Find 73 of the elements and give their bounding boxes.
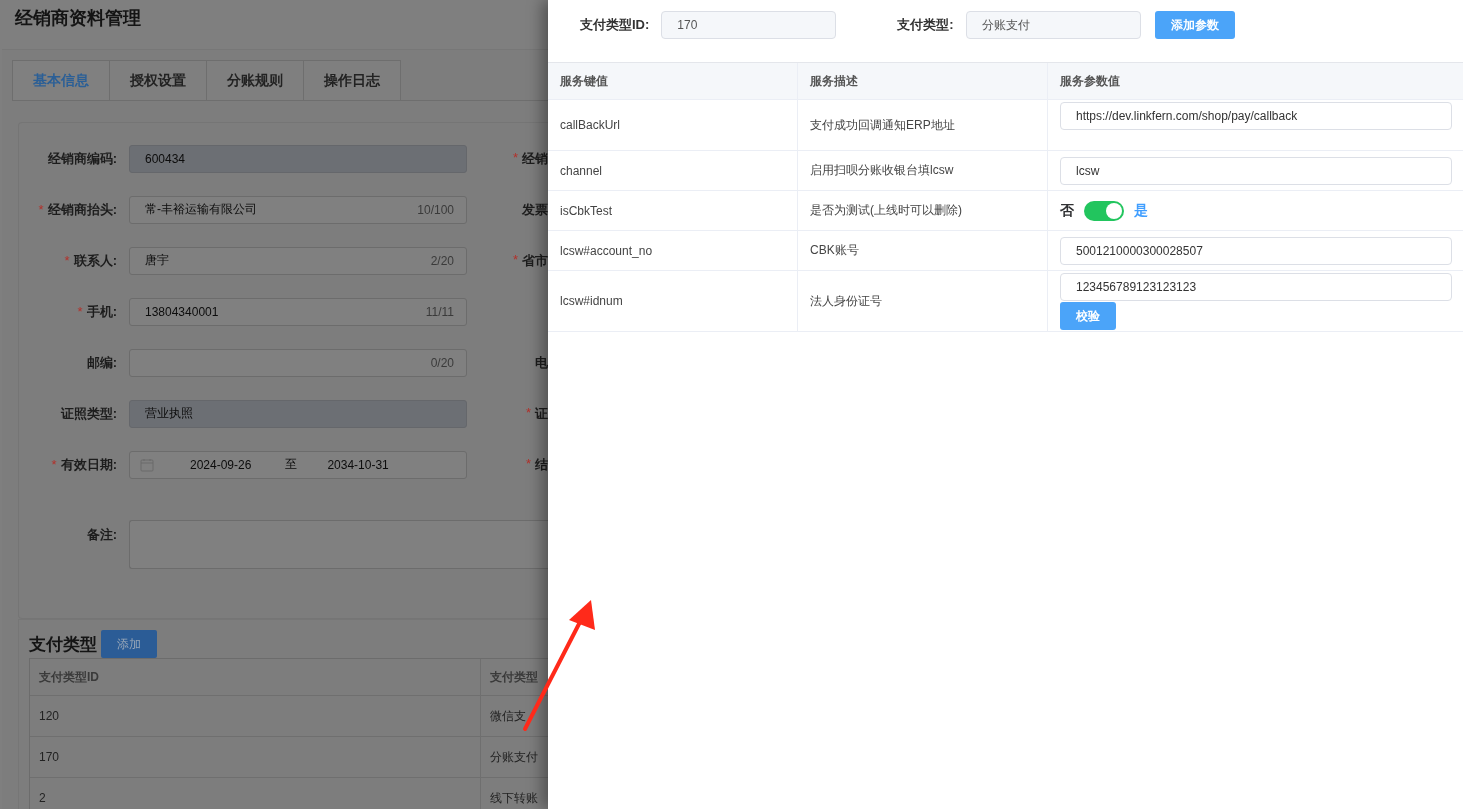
char-counter: 2/20 <box>430 253 454 268</box>
table-cell: 2 <box>30 778 481 809</box>
field-label: 经销商抬头: <box>47 201 117 217</box>
field-label: 备注: <box>86 527 117 542</box>
required-mark: * <box>525 404 531 422</box>
toggle-switch[interactable] <box>1084 200 1124 221</box>
input-field[interactable]: 唐宇 2/20 <box>129 246 467 275</box>
column-header: 支付类型 <box>489 668 538 686</box>
column-header: 服务描述 <box>798 63 1048 100</box>
table-cell-text: 线下转账 <box>489 789 538 807</box>
input-field[interactable]: 常-丰裕运输有限公司 10/100 <box>129 195 467 224</box>
table-cell: lcsw#account_no <box>548 231 798 271</box>
page-title: 经销商资料管理 <box>13 7 141 30</box>
field-label: 支付类型: <box>897 16 954 34</box>
tab[interactable]: 操作日志 <box>303 60 401 100</box>
input-field[interactable]: 0/20 <box>129 348 467 377</box>
input-field[interactable]: https://dev.linkfern.com/shop/pay/callback <box>1060 102 1452 130</box>
date-separator: 至 <box>285 456 298 473</box>
table-cell: 170 <box>30 737 481 777</box>
input-field[interactable]: 123456789123123123 <box>1060 273 1452 301</box>
field-label: 结 <box>535 455 548 474</box>
table-cell-text: 微信支 <box>489 707 526 725</box>
field-label: 电 <box>535 353 548 372</box>
verify-button[interactable]: 校验 <box>1060 302 1116 330</box>
column-header: 服务键值 <box>548 63 798 100</box>
char-counter: 10/100 <box>417 202 454 217</box>
add-button[interactable]: 添加 <box>101 630 157 658</box>
field-label: 发票 <box>522 200 548 219</box>
required-mark: * <box>64 252 70 268</box>
field-label: 经销商编码: <box>47 150 117 166</box>
required-mark: * <box>525 455 531 473</box>
table-cell-text: 分账支付 <box>489 748 538 766</box>
field-label: 联系人: <box>73 252 117 268</box>
field-label: 省市 <box>522 251 548 270</box>
required-mark: * <box>77 303 83 319</box>
char-counter: 11/11 <box>425 304 454 319</box>
table-cell: CBK账号 <box>798 231 1048 271</box>
add-parameter-button[interactable]: 添加参数 <box>1154 11 1235 39</box>
input-field[interactable]: 170 <box>661 11 837 39</box>
input-field[interactable]: lcsw <box>1060 156 1452 185</box>
table-cell: 法人身份证号 <box>798 271 1048 332</box>
input-field[interactable]: 13804340001 11/11 <box>129 297 467 326</box>
char-counter: 0/20 <box>430 355 454 370</box>
input-field[interactable]: 5001210000300028507 <box>1060 236 1452 265</box>
field-label: 有效日期: <box>60 456 117 472</box>
input-field[interactable]: 分账支付 <box>965 11 1141 39</box>
switch-label: 是 <box>1134 201 1148 220</box>
table-cell: channel <box>548 151 798 191</box>
table-cell: callBackUrl <box>548 100 798 151</box>
start-date: 2024-09-26 <box>190 457 252 472</box>
table-cell: isCbkTest <box>548 191 798 231</box>
required-mark: * <box>512 251 518 269</box>
field-label: 证 <box>535 404 548 423</box>
table-cell: lcsw#idnum <box>548 271 798 332</box>
end-date: 2034-10-31 <box>327 457 389 472</box>
required-mark: * <box>38 201 44 217</box>
column-header: 支付类型ID <box>30 659 481 695</box>
table-cell: 是否为测试(上线时可以删除) <box>798 191 1048 231</box>
field-label: 证照类型: <box>60 405 117 421</box>
table-cell: 支付成功回调通知ERP地址 <box>798 100 1048 151</box>
field-label: 手机: <box>86 303 117 319</box>
field-label: 支付类型ID: <box>580 16 650 34</box>
field-label: 邮编: <box>86 354 117 370</box>
field-label: 经销 <box>522 149 548 168</box>
date-range-field[interactable]: 2024-09-26 至 2034-10-31 <box>129 450 467 479</box>
required-mark: * <box>512 149 518 167</box>
column-header: 服务参数值 <box>1048 63 1463 100</box>
switch-label: 否 <box>1060 201 1074 220</box>
table-cell: 启用扫呗分账收银台填lcsw <box>798 151 1048 191</box>
remark-field[interactable] <box>129 520 548 569</box>
required-mark: * <box>51 456 57 472</box>
table-cell: 120 <box>30 696 481 736</box>
section-title: 支付类型 <box>29 633 97 656</box>
